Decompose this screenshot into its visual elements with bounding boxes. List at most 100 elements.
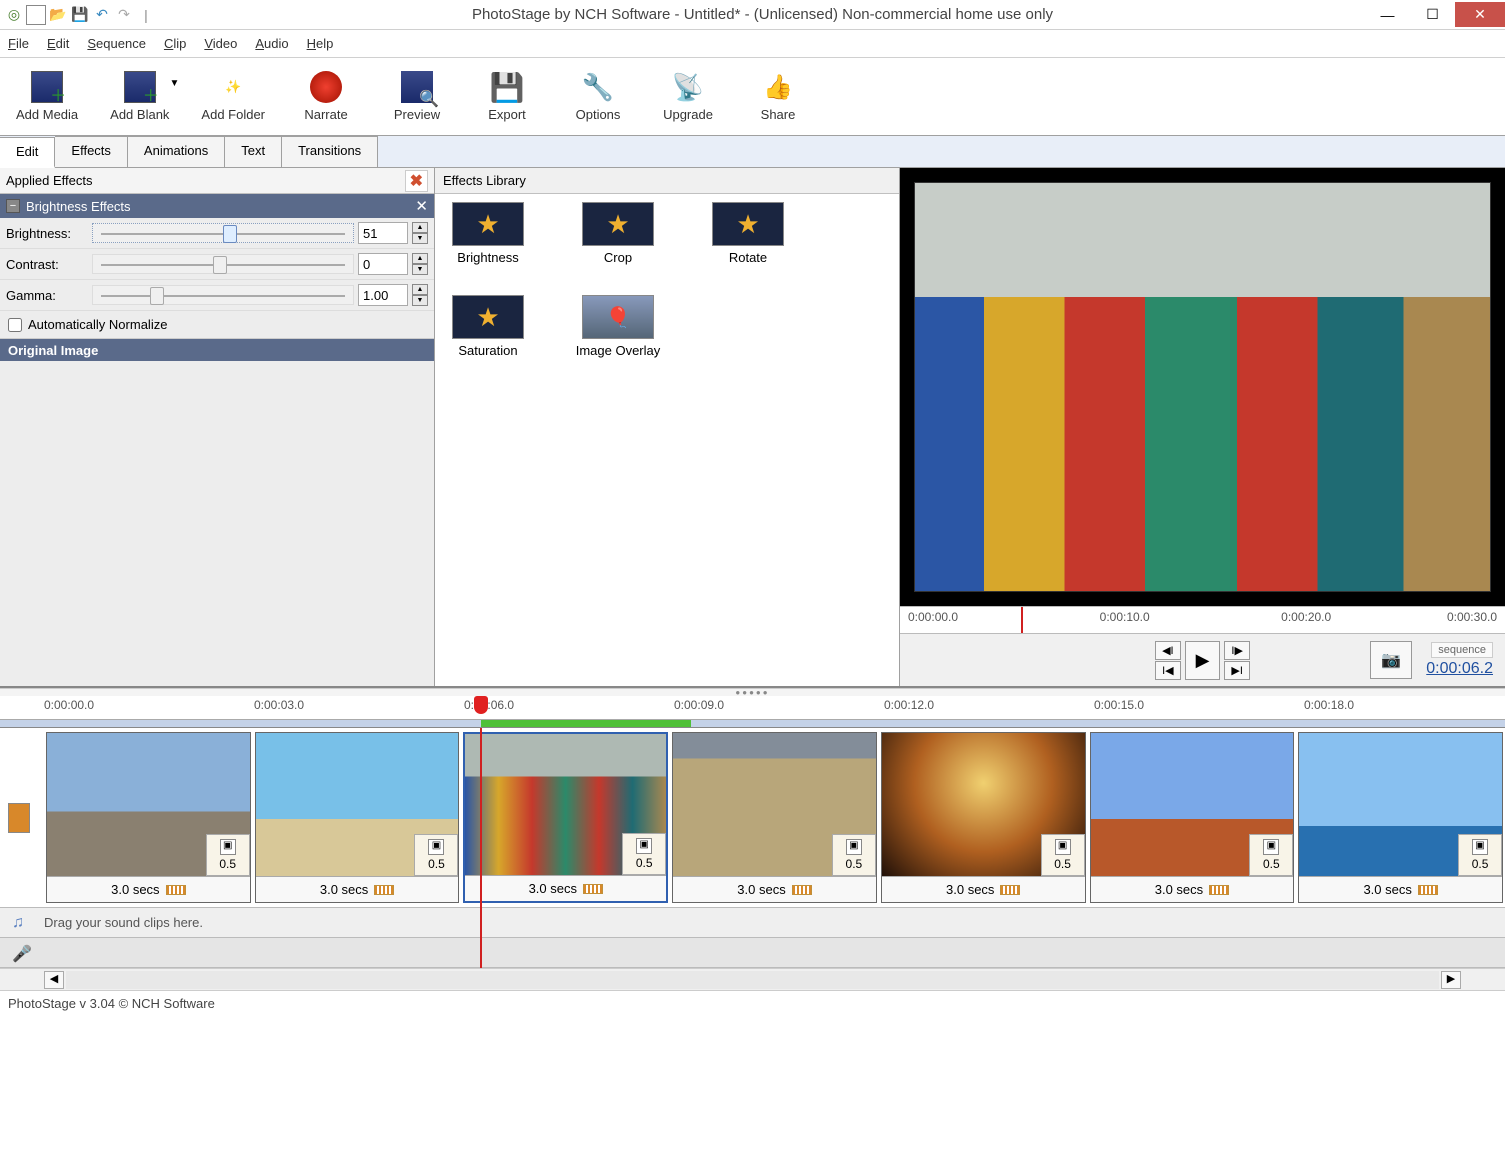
options-button[interactable]: 🔧 Options — [553, 58, 643, 135]
brightness-effects-header[interactable]: − Brightness Effects ✕ — [0, 194, 434, 218]
transition-badge[interactable]: ▣0.5 — [1041, 834, 1085, 876]
dropdown-arrow-icon[interactable]: ▼ — [170, 78, 180, 89]
new-icon[interactable]: ▫ — [26, 5, 46, 25]
brightness-slider[interactable] — [92, 223, 354, 243]
effect-brightness[interactable]: ★ Brightness — [443, 202, 533, 265]
next-frame-button[interactable]: I▶ — [1224, 641, 1250, 660]
menu-video[interactable]: Video — [204, 36, 237, 51]
gamma-input[interactable] — [358, 284, 408, 306]
status-bar: PhotoStage v 3.04 © NCH Software — [0, 990, 1505, 1016]
menu-file[interactable]: File — [8, 36, 29, 51]
add-media-button[interactable]: ＋ Add Media — [0, 58, 94, 135]
original-image-header[interactable]: Original Image — [0, 339, 434, 361]
remove-effect-button[interactable]: ✖ — [405, 170, 428, 192]
contrast-spinner[interactable]: ▲▼ — [412, 253, 428, 275]
narration-track-row[interactable]: 🎤 — [0, 938, 1505, 968]
export-icon: 💾 — [491, 71, 523, 103]
timeline-clip[interactable]: ▣0.5 3.0 secs — [881, 732, 1086, 903]
duration-bars-icon — [1418, 885, 1438, 895]
effect-crop[interactable]: ★ Crop — [573, 202, 663, 265]
timeline-clip[interactable]: ▣0.5 3.0 secs — [46, 732, 251, 903]
transition-badge[interactable]: ▣0.5 — [414, 834, 458, 876]
preview-image — [914, 182, 1491, 592]
timeline-scrollbar[interactable]: ◀ ▶ — [0, 968, 1505, 990]
audio-track-row[interactable]: ♫ Drag your sound clips here. — [0, 908, 1505, 938]
menu-help[interactable]: Help — [307, 36, 334, 51]
snapshot-button[interactable]: 📷 — [1370, 641, 1412, 679]
timeline-clip-selected[interactable]: ▣0.5 3.0 secs — [463, 732, 668, 903]
timeline-clip[interactable]: ▣0.5 3.0 secs — [255, 732, 460, 903]
timeline-clip[interactable]: ▣0.5 3.0 secs — [1298, 732, 1503, 903]
add-folder-button[interactable]: ✨ Add Folder — [185, 58, 281, 135]
transition-icon: ▣ — [1472, 839, 1488, 855]
redo-icon[interactable]: ↷ — [114, 5, 134, 25]
close-button[interactable]: ✕ — [1455, 2, 1505, 27]
transition-badge[interactable]: ▣0.5 — [832, 834, 876, 876]
prev-frame-button[interactable]: ◀I — [1155, 641, 1181, 660]
gamma-spinner[interactable]: ▲▼ — [412, 284, 428, 306]
preview-button[interactable]: 🔍 Preview — [372, 58, 462, 135]
minimize-button[interactable]: — — [1365, 2, 1410, 27]
track-handle[interactable] — [8, 803, 30, 833]
tab-effects[interactable]: Effects — [55, 136, 128, 167]
transition-icon: ▣ — [636, 838, 652, 854]
ruler-tick: 0:00:06.0 — [464, 698, 514, 712]
timeline-ruler[interactable]: 0:00:00.0 0:00:03.0 0:00:06.0 0:00:09.0 … — [0, 696, 1505, 720]
duration-bars-icon — [166, 885, 186, 895]
ruler-tick: 0:00:12.0 — [884, 698, 934, 712]
export-button[interactable]: 💾 Export — [462, 58, 552, 135]
menu-edit[interactable]: Edit — [47, 36, 69, 51]
add-blank-button[interactable]: ＋ Add Blank ▼ — [94, 58, 185, 135]
goto-end-button[interactable]: ▶I — [1224, 661, 1250, 680]
play-button[interactable]: ▶ — [1185, 641, 1221, 680]
scroll-left-button[interactable]: ◀ — [44, 971, 64, 989]
timeline-clip[interactable]: ▣0.5 3.0 secs — [1090, 732, 1295, 903]
tab-text[interactable]: Text — [225, 136, 282, 167]
main-toolbar: ＋ Add Media ＋ Add Blank ▼ ✨ Add Folder N… — [0, 58, 1505, 136]
timeline-clip[interactable]: ▣0.5 3.0 secs — [672, 732, 877, 903]
save-icon[interactable]: 💾 — [70, 5, 90, 25]
close-section-button[interactable]: ✕ — [415, 197, 428, 215]
scrollbar-track[interactable] — [66, 971, 1439, 989]
transition-badge[interactable]: ▣0.5 — [622, 833, 666, 875]
scroll-right-button[interactable]: ▶ — [1441, 971, 1461, 989]
auto-normalize-checkbox[interactable] — [8, 318, 22, 332]
effect-saturation[interactable]: ★ Saturation — [443, 295, 533, 358]
menu-audio[interactable]: Audio — [255, 36, 288, 51]
contrast-input[interactable] — [358, 253, 408, 275]
video-clips-row[interactable]: ▣0.5 3.0 secs ▣0.5 3.0 secs ▣0.5 3.0 sec… — [0, 728, 1505, 908]
menu-clip[interactable]: Clip — [164, 36, 186, 51]
narrate-button[interactable]: Narrate — [281, 58, 371, 135]
effect-image-overlay[interactable]: 🎈 Image Overlay — [573, 295, 663, 358]
preview-ruler[interactable]: 0:00:00.0 0:00:10.0 0:00:20.0 0:00:30.0 — [900, 606, 1505, 634]
menu-sequence[interactable]: Sequence — [87, 36, 146, 51]
left-panels: Applied Effects ✖ − Brightness Effects ✕… — [0, 168, 900, 686]
transition-badge[interactable]: ▣0.5 — [1249, 834, 1293, 876]
tab-transitions[interactable]: Transitions — [282, 136, 378, 167]
effect-rotate[interactable]: ★ Rotate — [703, 202, 793, 265]
effect-thumb-icon: ★ — [452, 295, 524, 339]
tab-edit[interactable]: Edit — [0, 137, 55, 168]
duration-bars-icon — [374, 885, 394, 895]
preview-playhead[interactable] — [1021, 607, 1023, 633]
panel-resize-grabber[interactable]: ●●●●● — [0, 688, 1505, 696]
brightness-input[interactable] — [358, 222, 408, 244]
contrast-slider[interactable] — [92, 254, 354, 274]
goto-start-button[interactable]: I◀ — [1155, 661, 1181, 680]
transition-badge[interactable]: ▣0.5 — [1458, 834, 1502, 876]
timeline-playhead[interactable] — [474, 696, 488, 714]
undo-icon[interactable]: ↶ — [92, 5, 112, 25]
tab-animations[interactable]: Animations — [128, 136, 225, 167]
transition-badge[interactable]: ▣0.5 — [206, 834, 250, 876]
brightness-spinner[interactable]: ▲▼ — [412, 222, 428, 244]
transition-icon: ▣ — [1263, 839, 1279, 855]
maximize-button[interactable]: ☐ — [1410, 2, 1455, 27]
timecode-display[interactable]: 0:00:06.2 — [1426, 660, 1493, 678]
open-icon[interactable]: 📂 — [48, 5, 68, 25]
gamma-slider[interactable] — [92, 285, 354, 305]
ruler-tick: 0:00:09.0 — [674, 698, 724, 712]
applied-effects-empty-area — [0, 361, 434, 686]
upgrade-button[interactable]: 📡 Upgrade — [643, 58, 733, 135]
collapse-icon[interactable]: − — [6, 199, 20, 213]
share-button[interactable]: 👍 Share — [733, 58, 823, 135]
